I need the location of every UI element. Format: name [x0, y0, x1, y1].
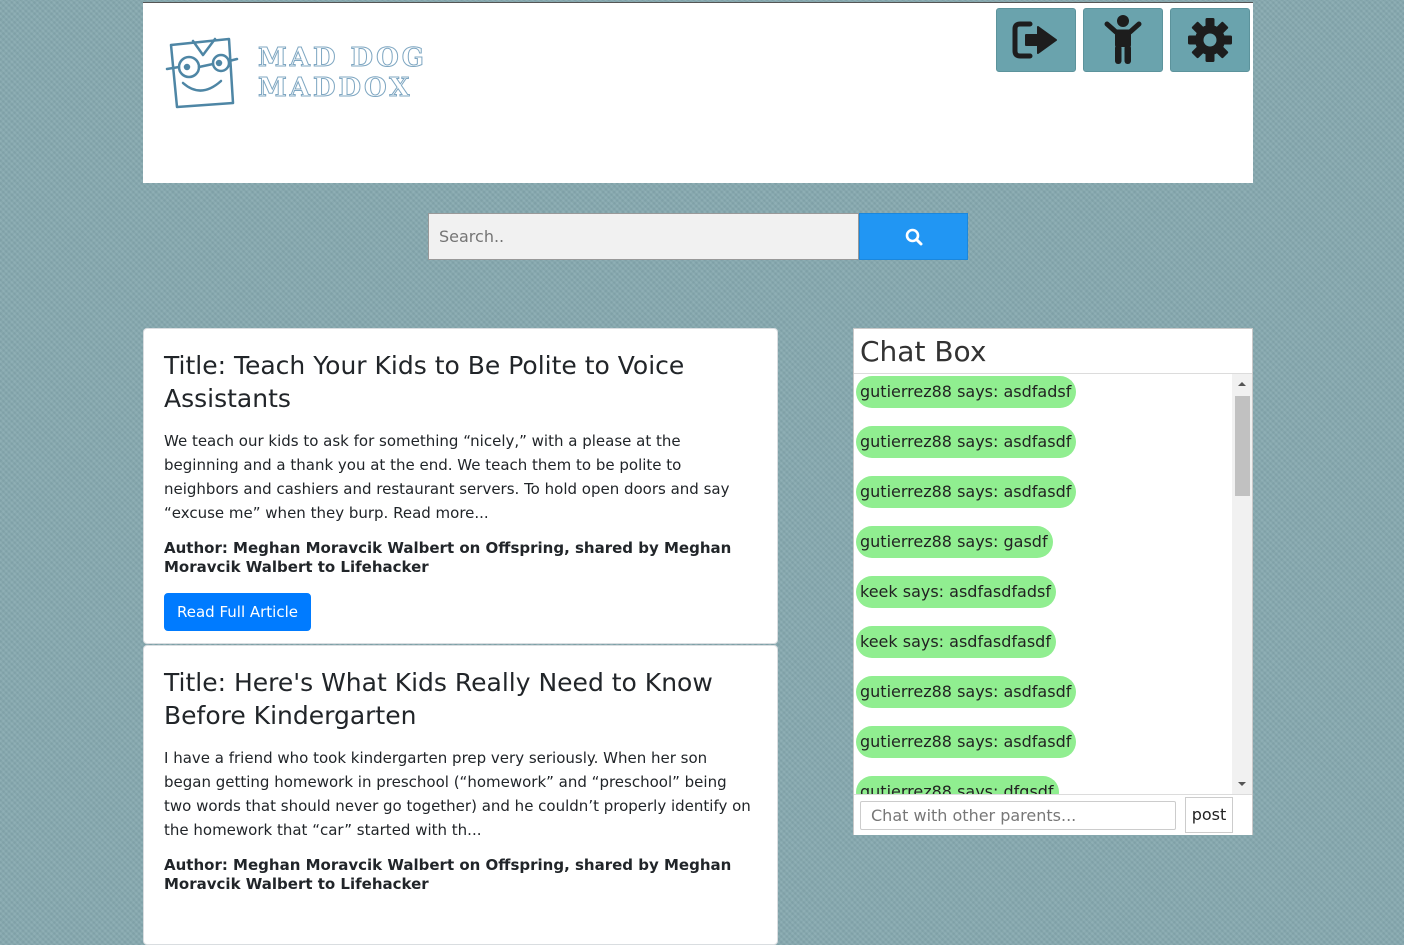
- read-full-article-button[interactable]: Read Full Article: [164, 593, 311, 631]
- logo-line-1: MAD DOG: [258, 43, 427, 74]
- logout-button[interactable]: [996, 8, 1076, 72]
- post-button[interactable]: post: [1185, 797, 1233, 833]
- mad-dog-logo-icon: [165, 37, 239, 109]
- article-title: Title: Here's What Kids Really Need to K…: [164, 668, 713, 730]
- chat-scrollbar[interactable]: [1232, 374, 1252, 794]
- sign-out-icon: [1012, 21, 1057, 59]
- child-icon: [1104, 15, 1142, 64]
- article-card: Title: Here's What Kids Really Need to K…: [143, 645, 778, 945]
- article-author: Author: Meghan Moravcik Walbert on Offsp…: [164, 856, 732, 893]
- chat-message: keek says: asdfasdfadsf: [856, 576, 1056, 608]
- scroll-down-arrow-icon[interactable]: [1232, 776, 1252, 792]
- logo-text: MAD DOG MADDOX: [258, 43, 427, 104]
- search-button[interactable]: [859, 213, 968, 260]
- chat-message: keek says: asdfasdfasdf: [856, 626, 1056, 658]
- search-input[interactable]: [428, 213, 859, 260]
- article-author: Author: Meghan Moravcik Walbert on Offsp…: [164, 539, 732, 576]
- chat-message: gutierrez88 says: asdfasdf: [856, 476, 1077, 508]
- scroll-thumb[interactable]: [1235, 396, 1250, 496]
- child-mode-button[interactable]: [1083, 8, 1163, 72]
- chat-message: gutierrez88 says: asdfasdf: [856, 426, 1077, 458]
- chat-input-row: post: [854, 794, 1252, 835]
- chat-message: gutierrez88 says: asdfadsf: [856, 376, 1077, 408]
- chat-box: Chat Box gutierrez88 says: asdfadsf guti…: [853, 328, 1253, 835]
- article-summary: We teach our kids to ask for something “…: [164, 432, 730, 522]
- logo-line-2: MADDOX: [258, 73, 413, 104]
- chat-input[interactable]: [860, 801, 1176, 830]
- chat-message-list[interactable]: gutierrez88 says: asdfadsf gutierrez88 s…: [854, 374, 1231, 794]
- chat-message: gutierrez88 says: dfgsdf: [856, 776, 1059, 794]
- article-card: Title: Teach Your Kids to Be Polite to V…: [143, 328, 778, 644]
- search-bar: [428, 213, 968, 260]
- article-title: Title: Teach Your Kids to Be Polite to V…: [164, 351, 685, 413]
- article-summary: I have a friend who took kindergarten pr…: [164, 749, 751, 839]
- site-header: MAD DOG MADDOX: [143, 3, 1253, 183]
- scroll-up-arrow-icon[interactable]: [1232, 376, 1252, 392]
- gear-icon: [1188, 18, 1232, 62]
- chat-message: gutierrez88 says: asdfasdf: [856, 676, 1077, 708]
- settings-button[interactable]: [1170, 8, 1250, 72]
- chat-message: gutierrez88 says: gasdf: [856, 526, 1053, 558]
- chat-message: gutierrez88 says: asdfasdf: [856, 726, 1077, 758]
- chat-box-title: Chat Box: [854, 329, 1252, 374]
- search-icon: [905, 228, 922, 245]
